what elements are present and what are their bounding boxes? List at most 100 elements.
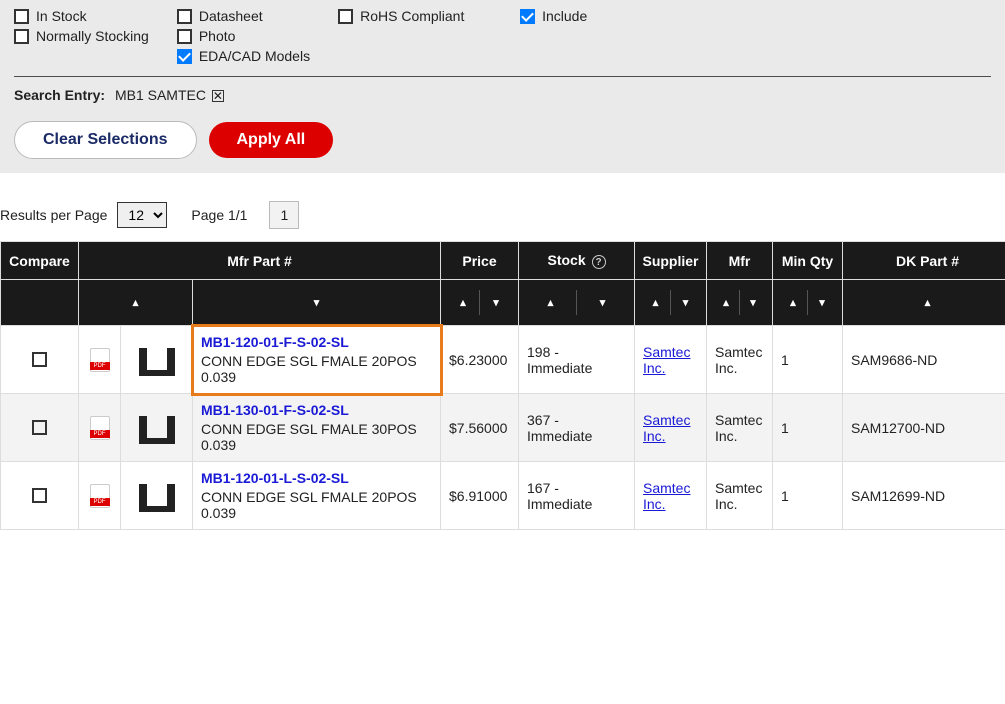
filter-option[interactable]: In Stock <box>14 8 149 24</box>
filter-option-label: Photo <box>199 28 236 44</box>
table-row: MB1-120-01-F-S-02-SLCONN EDGE SGL FMALE … <box>1 326 1005 394</box>
checkbox-icon[interactable] <box>14 29 29 44</box>
results-per-page-select[interactable]: 12 <box>117 202 167 228</box>
checkbox-icon[interactable] <box>177 9 192 24</box>
filter-group: Environmental OptionsRoHS Compliant <box>338 0 492 64</box>
help-icon[interactable]: ? <box>592 255 606 269</box>
col-mfr: Mfr <box>707 242 773 280</box>
filter-option[interactable]: Normally Stocking <box>14 28 149 44</box>
mfr-cell: Samtec Inc. <box>707 462 773 530</box>
table-row: MB1-130-01-F-S-02-SL CONN EDGE SGL FMALE … <box>1 394 1005 462</box>
sort-asc-icon[interactable]: ▴ <box>85 290 186 315</box>
checkbox-icon[interactable] <box>338 9 353 24</box>
part-cell: MB1-120-01-L-S-02-SL CONN EDGE SGL FMALE … <box>193 462 441 530</box>
col-supplier: Supplier <box>635 242 707 280</box>
filter-option[interactable]: Photo <box>177 28 310 44</box>
sort-desc-icon[interactable]: ▾ <box>480 290 512 315</box>
sort-asc-icon[interactable]: ▴ <box>779 290 808 315</box>
search-entry: Search Entry: MB1 SAMTEC ✕ <box>14 87 991 103</box>
col-minqty: Min Qty <box>773 242 843 280</box>
sort-asc-icon[interactable]: ▴ <box>447 290 480 315</box>
results-per-page-label: Results per Page <box>0 207 107 223</box>
col-price: Price <box>441 242 519 280</box>
mfr-cell: Samtec Inc. <box>707 326 773 394</box>
supplier-link[interactable]: Samtec Inc. <box>643 344 690 376</box>
filter-group: Stocking OptionsIn StockNormally Stockin… <box>14 0 149 64</box>
clear-search-icon[interactable]: ✕ <box>212 90 224 102</box>
sort-desc-icon[interactable]: ▾ <box>808 290 836 315</box>
page-label: Page 1/1 <box>191 207 247 223</box>
product-image[interactable] <box>133 340 181 380</box>
filter-option-label: Datasheet <box>199 8 263 24</box>
filter-option[interactable]: Datasheet <box>177 8 310 24</box>
sort-desc-icon[interactable]: ▾ <box>671 290 700 315</box>
part-link[interactable]: MB1-130-01-F-S-02-SL <box>201 402 349 418</box>
search-entry-value: MB1 SAMTEC <box>115 87 206 103</box>
part-description: CONN EDGE SGL FMALE 20POS 0.039 <box>201 489 432 521</box>
filter-groups: Stocking OptionsIn StockNormally Stockin… <box>14 0 991 64</box>
stock-cell: 198 - Immediate <box>519 326 635 394</box>
filter-option-label: In Stock <box>36 8 87 24</box>
supplier-link[interactable]: Samtec Inc. <box>643 480 690 512</box>
sort-asc-icon[interactable]: ▴ <box>525 290 577 315</box>
search-entry-label: Search Entry: <box>14 87 105 103</box>
button-row: Clear Selections Apply All <box>14 121 991 159</box>
col-stock: Stock ? <box>519 242 635 280</box>
filter-option[interactable]: EDA/CAD Models <box>177 48 310 64</box>
minqty-cell: 1 <box>773 326 843 394</box>
pdf-icon[interactable] <box>90 484 110 508</box>
checkbox-icon[interactable] <box>177 29 192 44</box>
filter-option-label: Include <box>542 8 587 24</box>
sort-asc-icon[interactable]: ▴ <box>713 290 740 315</box>
table-header-row: Compare Mfr Part # Price Stock ? Supplie… <box>1 242 1005 280</box>
part-cell: MB1-120-01-F-S-02-SLCONN EDGE SGL FMALE … <box>193 326 441 394</box>
checkbox-icon[interactable] <box>14 9 29 24</box>
price-cell: $6.23000 <box>441 326 519 394</box>
col-compare: Compare <box>1 242 79 280</box>
dk-part-cell: SAM9686-ND <box>843 326 1005 394</box>
filter-option-label: RoHS Compliant <box>360 8 464 24</box>
filter-option[interactable]: RoHS Compliant <box>338 8 492 24</box>
pdf-icon[interactable] <box>90 416 110 440</box>
sort-asc-icon[interactable]: ▴ <box>641 290 671 315</box>
sort-row: ▴ ▾ ▴▾ ▴▾ ▴▾ ▴▾ ▴▾ ▴ <box>1 280 1005 326</box>
pdf-icon[interactable] <box>90 348 110 372</box>
price-cell: $7.56000 <box>441 394 519 462</box>
results-table: Compare Mfr Part # Price Stock ? Supplie… <box>0 241 1005 530</box>
part-link[interactable]: MB1-120-01-F-S-02-SL <box>201 334 349 350</box>
page-number[interactable]: 1 <box>269 201 299 229</box>
minqty-cell: 1 <box>773 462 843 530</box>
checkbox-icon[interactable] <box>177 49 192 64</box>
divider <box>14 76 991 77</box>
sort-asc-icon[interactable]: ▴ <box>849 290 1005 315</box>
dk-part-cell: SAM12699-ND <box>843 462 1005 530</box>
product-image[interactable] <box>133 476 181 516</box>
compare-checkbox[interactable] <box>32 488 47 503</box>
price-cell: $6.91000 <box>441 462 519 530</box>
col-part: Mfr Part # <box>79 242 441 280</box>
table-row: MB1-120-01-L-S-02-SL CONN EDGE SGL FMALE … <box>1 462 1005 530</box>
clear-selections-button[interactable]: Clear Selections <box>14 121 197 159</box>
stock-cell: 167 - Immediate <box>519 462 635 530</box>
supplier-link[interactable]: Samtec Inc. <box>643 412 690 444</box>
sort-desc-icon[interactable]: ▾ <box>577 290 628 315</box>
checkbox-icon[interactable] <box>520 9 535 24</box>
part-cell: MB1-130-01-F-S-02-SL CONN EDGE SGL FMALE … <box>193 394 441 462</box>
results-control: Results per Page 12 Page 1/1 1 <box>0 173 1005 241</box>
part-link[interactable]: MB1-120-01-L-S-02-SL <box>201 470 349 486</box>
sort-desc-icon[interactable]: ▾ <box>740 290 766 315</box>
compare-checkbox[interactable] <box>32 352 47 367</box>
apply-all-button[interactable]: Apply All <box>209 122 334 158</box>
col-dk: DK Part # <box>843 242 1005 280</box>
filter-bar: Stocking OptionsIn StockNormally Stockin… <box>0 0 1005 173</box>
sort-desc-icon[interactable]: ▾ <box>199 290 434 315</box>
filter-group: MediaDatasheetPhotoEDA/CAD Models <box>177 0 310 64</box>
part-description: CONN EDGE SGL FMALE 30POS 0.039 <box>201 421 432 453</box>
mfr-cell: Samtec Inc. <box>707 394 773 462</box>
stock-cell: 367 - Immediate <box>519 394 635 462</box>
filter-option-label: EDA/CAD Models <box>199 48 310 64</box>
product-image[interactable] <box>133 408 181 448</box>
compare-checkbox[interactable] <box>32 420 47 435</box>
dk-part-cell: SAM12700-ND <box>843 394 1005 462</box>
filter-option[interactable]: Include <box>520 8 658 24</box>
